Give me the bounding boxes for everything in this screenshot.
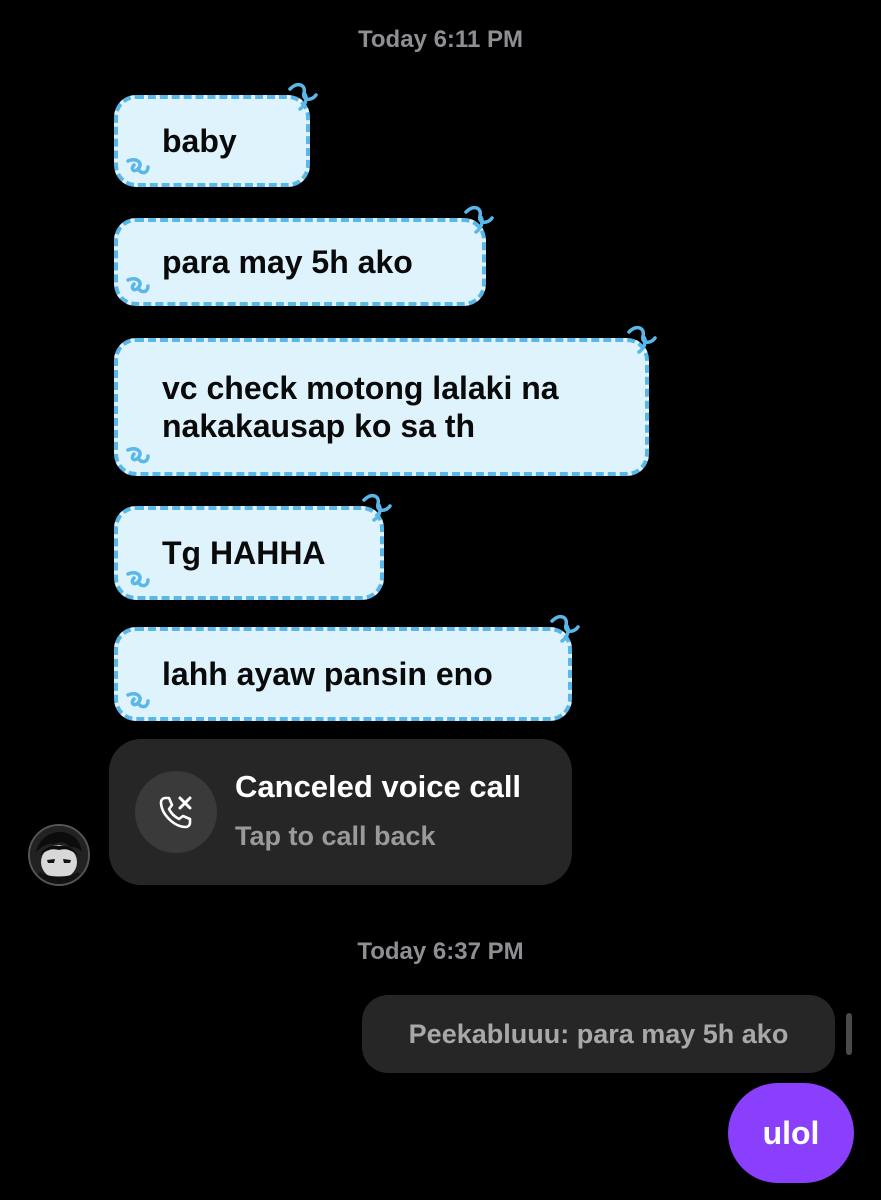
ribbon-decoration-icon xyxy=(550,614,580,643)
message-text: vc check motong lalaki na nakakausap ko … xyxy=(162,369,559,444)
missed-call-phone-icon xyxy=(159,796,192,829)
ribbon-decoration-icon xyxy=(627,325,657,354)
swirl-decoration-icon xyxy=(126,276,150,294)
swirl-decoration-icon xyxy=(126,157,150,175)
message-text: ulol xyxy=(762,1114,820,1151)
call-title: Canceled voice call xyxy=(235,769,522,804)
message-text: baby xyxy=(162,122,237,159)
reply-preview[interactable]: Peekabluuu: para may 5h ako xyxy=(362,995,835,1073)
incoming-message[interactable]: para may 5h ako xyxy=(114,205,494,306)
canceled-call-card[interactable]: Canceled voice call Tap to call back xyxy=(109,739,572,885)
message-text: lahh ayaw pansin eno xyxy=(162,655,493,692)
incoming-message[interactable]: Tg HAHHA xyxy=(114,493,392,600)
swirl-decoration-icon xyxy=(126,446,150,464)
profile-picture-icon xyxy=(30,826,88,884)
incoming-message[interactable]: lahh ayaw pansin eno xyxy=(114,614,580,721)
swirl-decoration-icon xyxy=(126,691,150,709)
sent-message[interactable]: ulol xyxy=(728,1083,854,1183)
message-text: para may 5h ako xyxy=(162,243,413,280)
reply-indicator-bar xyxy=(846,1013,852,1055)
avatar[interactable] xyxy=(28,824,90,886)
message-text: Tg HAHHA xyxy=(162,534,326,571)
timestamp: Today 6:37 PM xyxy=(357,938,524,965)
timestamp: Today 6:11 PM xyxy=(358,26,523,53)
ribbon-decoration-icon xyxy=(362,493,392,522)
call-back-link[interactable]: Tap to call back xyxy=(235,821,436,852)
ribbon-decoration-icon xyxy=(288,82,318,111)
call-icon-button[interactable] xyxy=(135,771,217,853)
incoming-message[interactable]: baby xyxy=(114,82,318,187)
incoming-message[interactable]: vc check motong lalaki na nakakausap ko … xyxy=(114,325,657,476)
ribbon-decoration-icon xyxy=(464,205,494,234)
swirl-decoration-icon xyxy=(126,570,150,588)
